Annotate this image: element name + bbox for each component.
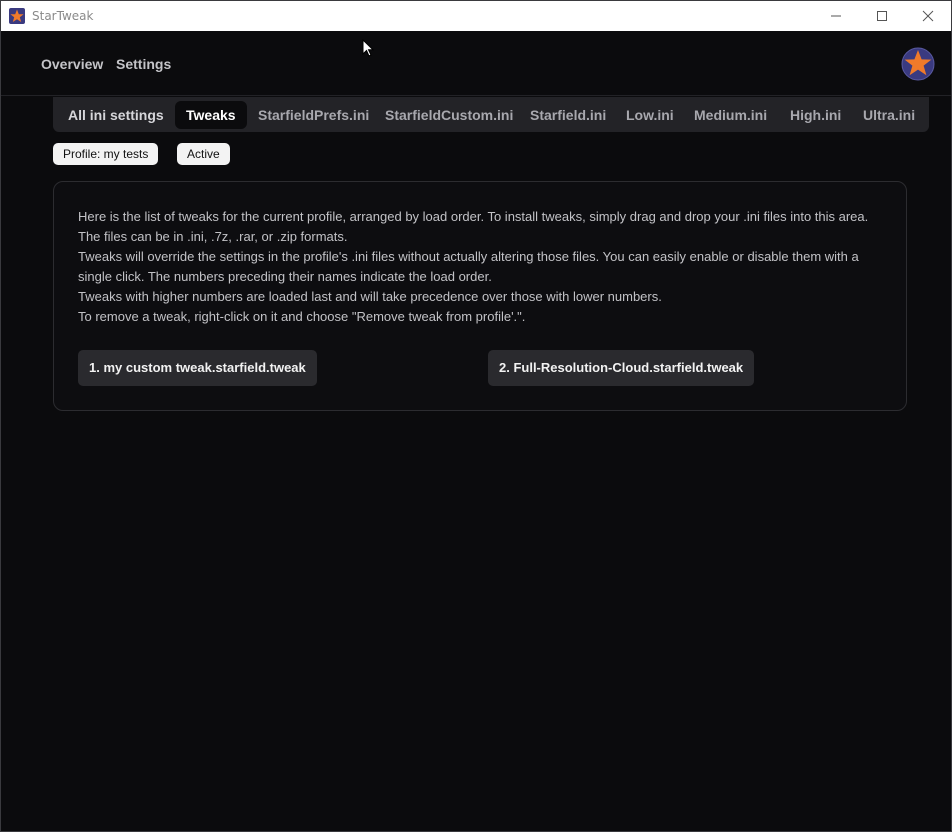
tab-all-ini-settings[interactable]: All ini settings [57,101,175,129]
tab-bar: All ini settings Tweaks StarfieldPrefs.i… [53,97,929,132]
tab-medium-ini[interactable]: Medium.ini [683,101,778,129]
active-badge[interactable]: Active [177,143,230,165]
minimize-button[interactable] [813,1,859,31]
nav-overview[interactable]: Overview [41,56,103,72]
tweak-button[interactable]: 1. my custom tweak.starfield.tweak [78,350,317,386]
tab-low-ini[interactable]: Low.ini [615,101,685,129]
close-icon [922,10,934,22]
close-button[interactable] [905,1,951,31]
description-line: To remove a tweak, right-click on it and… [78,309,526,324]
description-line: Tweaks will override the settings in the… [78,249,859,284]
description-line: Here is the list of tweaks for the curre… [78,209,869,244]
nav-settings[interactable]: Settings [116,56,171,72]
tab-starfieldcustom-ini[interactable]: StarfieldCustom.ini [374,101,524,129]
profile-badge[interactable]: Profile: my tests [53,143,159,165]
window-title: StarTweak [32,9,94,23]
star-icon [9,8,25,24]
description-line: Tweaks with higher numbers are loaded la… [78,289,662,304]
tweaks-drop-area[interactable]: Here is the list of tweaks for the curre… [53,181,907,411]
minimize-icon [831,15,841,17]
top-nav: Overview Settings [1,31,951,96]
tab-tweaks[interactable]: Tweaks [175,101,247,129]
tweak-button[interactable]: 2. Full-Resolution-Cloud.starfield.tweak [488,350,755,386]
star-avatar-icon[interactable] [901,47,935,81]
tab-starfield-ini[interactable]: Starfield.ini [519,101,617,129]
tab-ultra-ini[interactable]: Ultra.ini [852,101,926,129]
tab-starfieldprefs-ini[interactable]: StarfieldPrefs.ini [247,101,380,129]
maximize-button[interactable] [859,1,905,31]
mouse-pointer-icon [362,39,374,57]
maximize-icon [877,11,887,21]
title-bar: StarTweak [1,1,951,31]
tab-high-ini[interactable]: High.ini [779,101,852,129]
tweaks-description: Here is the list of tweaks for the curre… [78,207,888,327]
